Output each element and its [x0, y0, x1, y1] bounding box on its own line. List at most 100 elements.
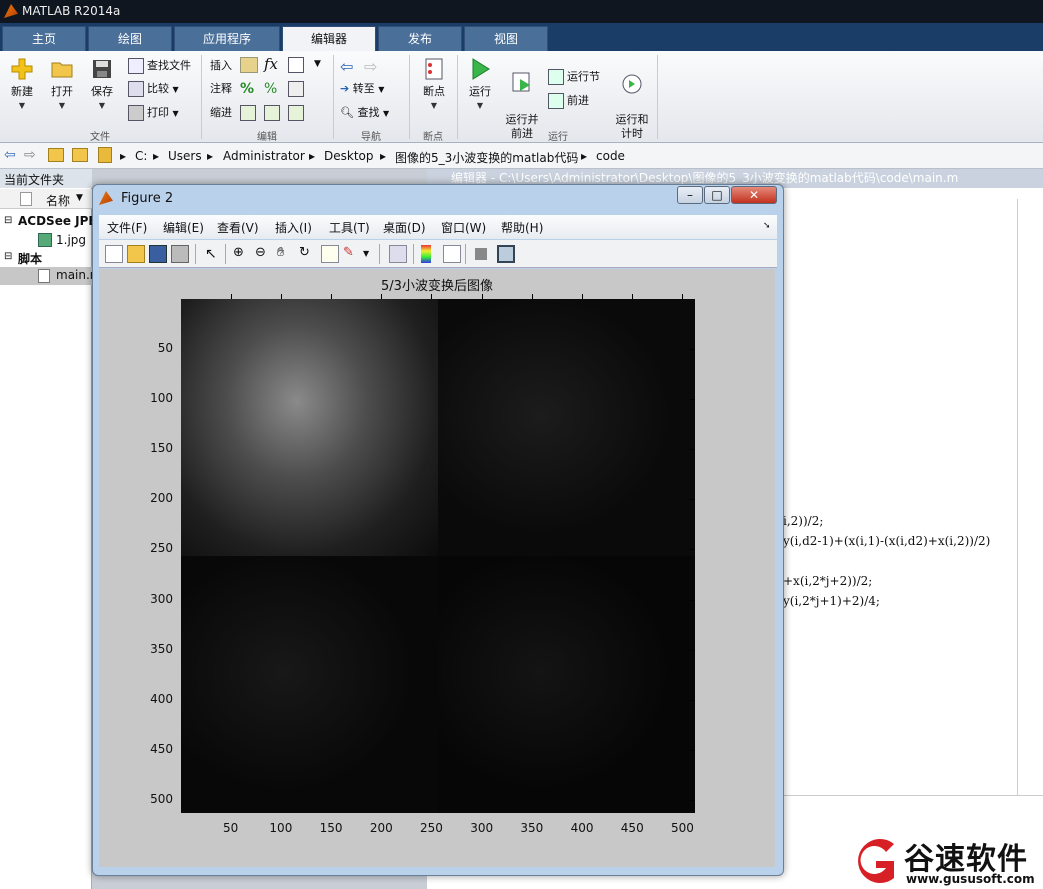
menu-tools[interactable]: 工具(T) [329, 219, 370, 236]
advance-button[interactable]: 前进 [548, 91, 589, 111]
find-files-button[interactable]: 查找文件 [128, 56, 191, 76]
image-axes[interactable] [181, 299, 695, 813]
new-button[interactable]: 新建 ▼ [4, 57, 40, 113]
breadcrumb-project[interactable]: 图像的5_3小波变换的matlab代码 [395, 149, 578, 166]
chevron-down-icon[interactable]: ▼ [314, 59, 321, 69]
decrease-indent-icon[interactable] [288, 105, 304, 121]
uncomment-icon[interactable]: % [264, 81, 277, 97]
y-tick-mark [690, 449, 695, 451]
link-plot-icon[interactable] [389, 245, 407, 263]
zoom-in-icon[interactable]: ⊕ [233, 245, 251, 263]
maximize-button[interactable]: □ [704, 186, 730, 204]
browse-folder-icon[interactable] [72, 148, 88, 162]
tab-editor[interactable]: 编辑器 [282, 26, 376, 51]
breakpoints-button[interactable]: 断点 ▼ [416, 57, 452, 113]
file-item-jpg[interactable]: 1.jpg [56, 233, 86, 247]
menu-insert[interactable]: 插入(I) [275, 219, 312, 236]
data-cursor-icon[interactable] [321, 245, 339, 263]
print-figure-icon[interactable] [171, 245, 189, 263]
breadcrumb-code[interactable]: code [596, 149, 625, 163]
tab-publish[interactable]: 发布 [378, 26, 462, 51]
compare-label: 比较 [147, 82, 169, 95]
open-button[interactable]: 打开 ▼ [44, 57, 80, 113]
save-figure-icon[interactable] [149, 245, 167, 263]
increase-indent-icon[interactable] [264, 105, 280, 121]
file-item-main-selected[interactable]: main.m [0, 267, 102, 285]
legend-icon[interactable] [443, 245, 461, 263]
menu-view[interactable]: 查看(V) [217, 219, 259, 236]
menu-help[interactable]: 帮助(H) [501, 219, 543, 236]
nav-group-label: 导航 [361, 132, 381, 143]
insert-section-icon[interactable] [240, 57, 258, 73]
folder-group-acdsee[interactable]: ACDSee JPE [18, 214, 92, 228]
fx-icon[interactable]: fx [264, 55, 278, 73]
brush-icon[interactable]: ✎ [343, 245, 361, 263]
collapse-toggle[interactable]: ⊟ [4, 215, 12, 226]
show-plot-tools-icon[interactable] [497, 245, 515, 263]
comment-label: 注释 [210, 82, 232, 95]
x-tick-label: 350 [520, 821, 544, 835]
chevron-down-icon[interactable]: ▼ [363, 249, 369, 258]
tab-plots[interactable]: 绘图 [88, 26, 172, 51]
code-line-1[interactable]: i,2))/2; [783, 514, 823, 528]
pan-hand-icon[interactable]: ✋︎ [277, 245, 295, 263]
breadcrumb-users[interactable]: Users [168, 149, 202, 163]
menu-file[interactable]: 文件(F) [107, 219, 147, 236]
colorbar-icon[interactable] [421, 245, 431, 263]
figure-canvas: 5/3小波变换后图像 50 100 150 200 250 300 350 400 450 500… [99, 269, 775, 867]
back-icon[interactable]: ⇦ [4, 147, 16, 163]
code-line-5[interactable]: y(i,2*j+1)+2)/4; [783, 594, 880, 608]
comment-button[interactable]: 注释 [210, 79, 232, 99]
code-line-4[interactable]: +x(i,2*j+2))/2; [783, 574, 872, 588]
run-section-button[interactable]: 运行节 [548, 67, 600, 87]
hide-plot-tools-icon[interactable] [475, 248, 487, 260]
breadcrumb-separator: ▸ [581, 149, 588, 163]
current-folder-panel: 当前文件夹 名称 ▼ ⊟ ACDSee JPE 1.jpg ⊟ 脚本 main.… [0, 169, 102, 889]
run-section-label: 运行节 [567, 70, 600, 83]
save-button[interactable]: 保存 ▼ [84, 57, 120, 113]
new-figure-icon[interactable] [105, 245, 123, 263]
function-icon[interactable] [288, 57, 304, 73]
tab-apps[interactable]: 应用程序 [174, 26, 280, 51]
minimize-button[interactable]: – [677, 186, 703, 204]
tab-home[interactable]: 主页 [2, 26, 86, 51]
menu-window[interactable]: 窗口(W) [441, 219, 486, 236]
breadcrumb-administrator[interactable]: Administrator [223, 149, 305, 163]
divider [465, 244, 466, 264]
pointer-icon[interactable]: ↖ [205, 245, 223, 263]
back-arrow-icon[interactable]: ⇦ [340, 57, 353, 76]
print-button[interactable]: 打印 ▼ [128, 103, 179, 123]
open-file-icon[interactable] [127, 245, 145, 263]
y-tick-label: 150 [150, 441, 173, 456]
compare-button[interactable]: 比较 ▼ [128, 79, 179, 99]
goto-button[interactable]: ➔ 转至 ▼ [340, 79, 384, 99]
address-bar: ⇦ ⇨ ▸ C: ▸ Users ▸ Administrator ▸ Deskt… [0, 143, 1043, 169]
collapse-toggle[interactable]: ⊟ [4, 251, 12, 262]
matlab-logo-icon [4, 4, 18, 18]
column-header[interactable]: 名称 ▼ [0, 189, 92, 209]
tab-view[interactable]: 视图 [464, 26, 548, 51]
folder-group-script[interactable]: 脚本 [18, 250, 42, 267]
insert-button[interactable]: 插入 [210, 56, 232, 76]
percent-comment-icon[interactable]: % [240, 81, 254, 97]
forward-icon[interactable]: ⇨ [24, 147, 36, 163]
code-line-2[interactable]: y(i,d2-1)+(x(i,1)-(x(i,d2)+x(i,2))/2) [783, 534, 990, 548]
lowpass-image-quadrant [181, 299, 438, 556]
indent-button[interactable]: 缩进 [210, 103, 232, 123]
menu-desktop[interactable]: 桌面(D) [383, 219, 426, 236]
menu-edit[interactable]: 编辑(E) [163, 219, 204, 236]
rotate-3d-icon[interactable]: ↻ [299, 245, 317, 263]
forward-arrow-icon[interactable]: ⇨ [364, 57, 377, 76]
find-button[interactable]: 🔍︎ 查找 ▼ [340, 103, 389, 123]
folder-icon [51, 62, 73, 78]
wrap-comments-icon[interactable] [288, 81, 304, 97]
close-button[interactable]: ✕ [731, 186, 777, 204]
zoom-out-icon[interactable]: ⊖ [255, 245, 273, 263]
up-folder-icon[interactable] [48, 148, 64, 162]
smart-indent-icon[interactable] [240, 105, 256, 121]
breadcrumb-desktop[interactable]: Desktop [324, 149, 374, 163]
run-button[interactable]: 运行 ▼ [462, 57, 498, 113]
insert-label: 插入 [210, 59, 232, 72]
dock-arrow-icon[interactable]: ➘ [763, 221, 771, 231]
breadcrumb-c[interactable]: C: [135, 149, 147, 163]
